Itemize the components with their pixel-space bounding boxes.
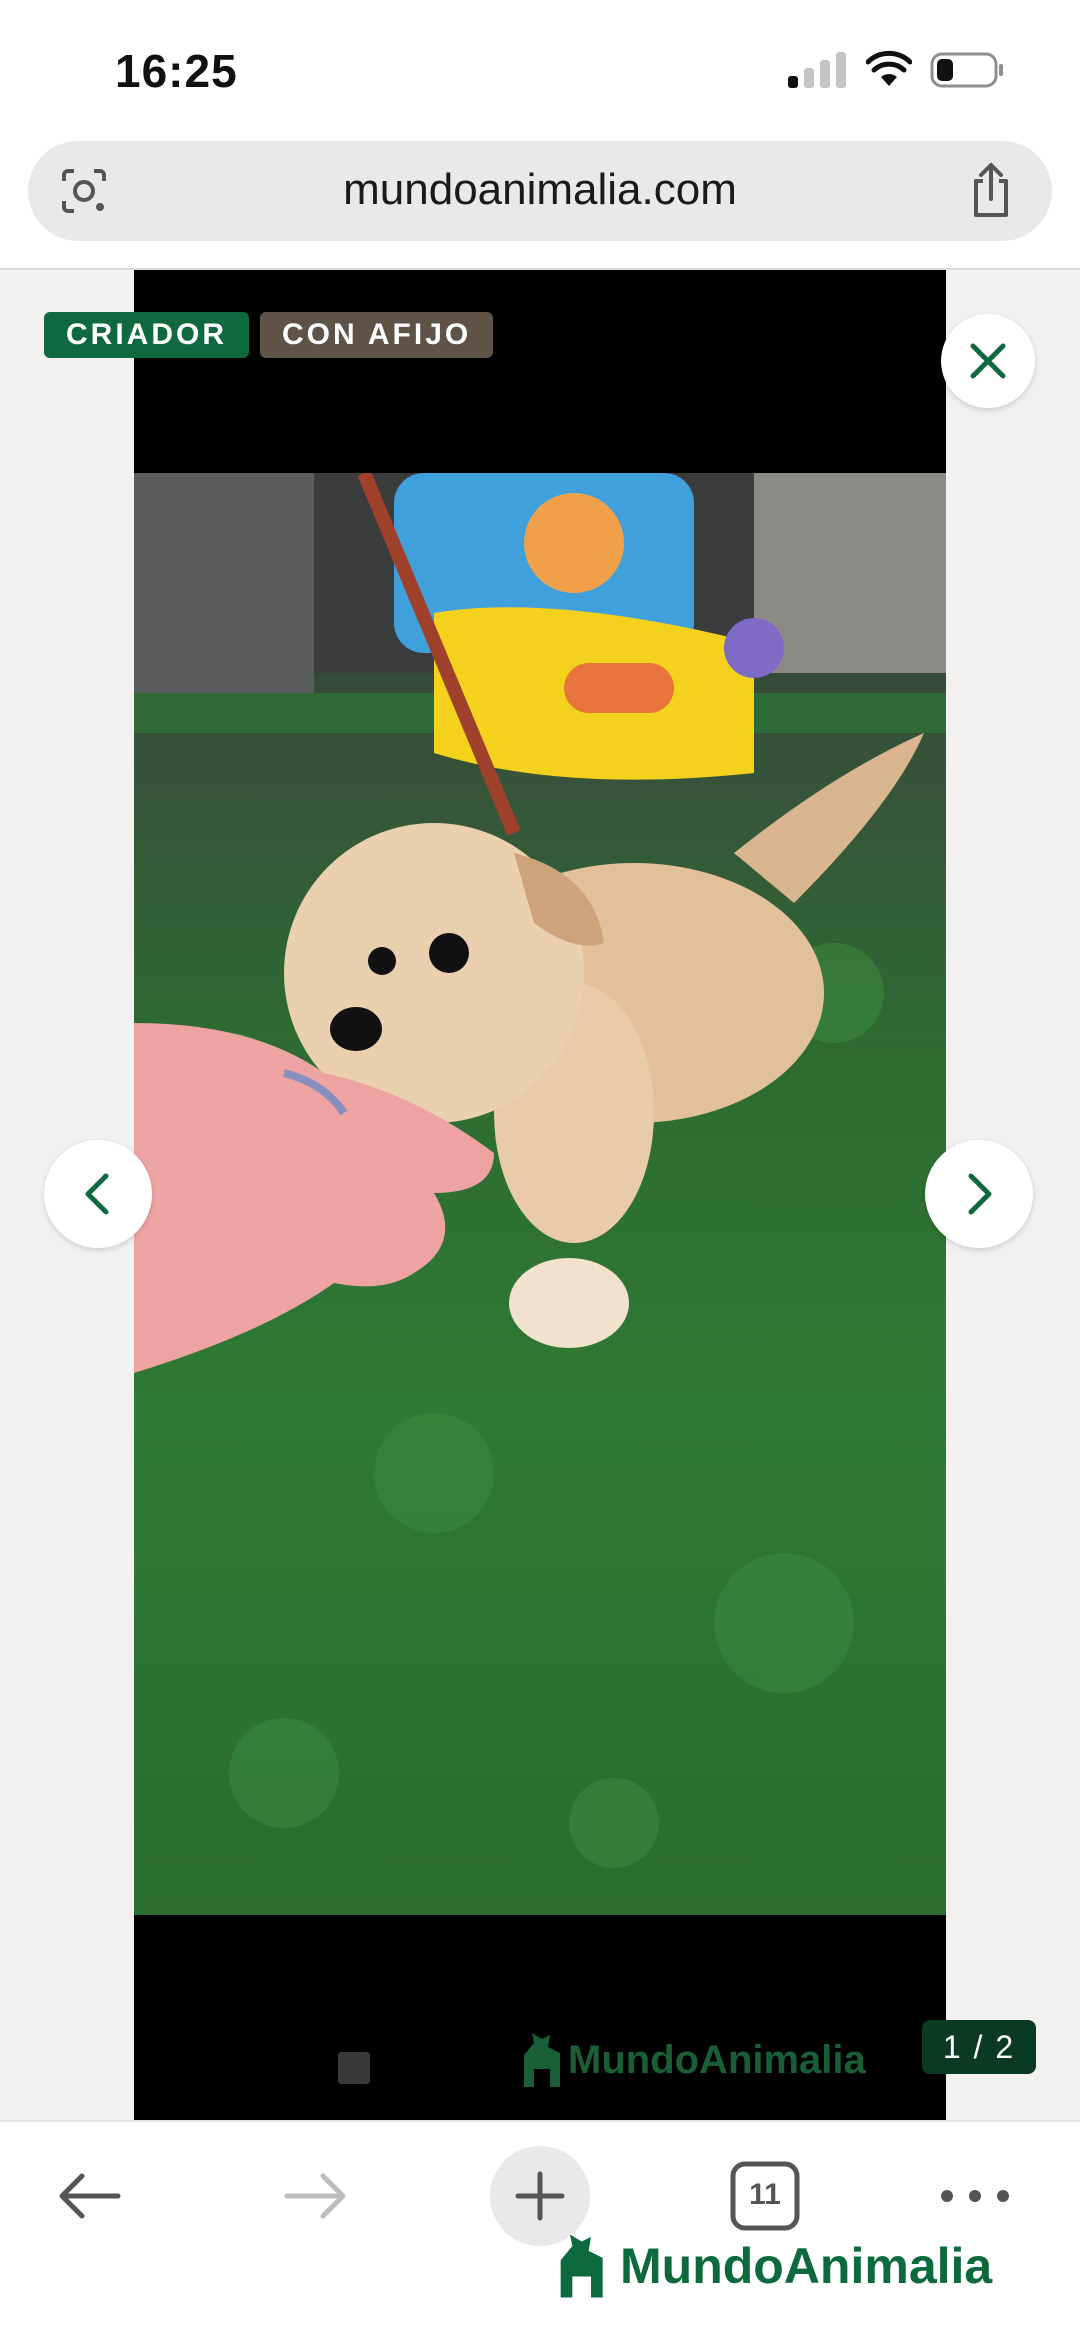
back-button[interactable] (40, 2146, 140, 2246)
photo-gallery: CRIADOR CON AFIJO MundoAnimalia 1 / 2 (0, 270, 1080, 2120)
chevron-left-icon (85, 1173, 109, 1215)
address-bar[interactable]: mundoanimalia.com (28, 141, 1052, 241)
video-stop-icon (338, 2052, 370, 2084)
photo-frame (134, 270, 946, 2120)
url-text[interactable]: mundoanimalia.com (28, 165, 1052, 215)
share-icon[interactable] (966, 161, 1016, 219)
mundoanimalia-logo-icon (524, 2033, 560, 2087)
footer-logo-text: MundoAnimalia (620, 2238, 993, 2294)
affix-badge: CON AFIJO (260, 312, 494, 358)
forward-button[interactable] (265, 2146, 365, 2246)
previous-photo-button[interactable] (44, 1140, 152, 1248)
breeder-badge: CRIADOR (44, 312, 249, 358)
battery-icon (930, 52, 1003, 88)
watermark-text: MundoAnimalia (568, 2037, 866, 2082)
status-bar: 16:25 (0, 0, 1080, 140)
forward-arrow-icon (284, 2173, 346, 2219)
chevron-right-icon (968, 1173, 992, 1215)
status-time: 16:25 (115, 45, 238, 97)
puppy-photo[interactable] (134, 473, 946, 1915)
cellular-signal-icon (788, 52, 848, 88)
footer-logo: MundoAnimalia (556, 2226, 992, 2306)
tabs-count: 11 (749, 2178, 781, 2211)
photo-counter: 1 / 2 (922, 2020, 1036, 2074)
back-arrow-icon (59, 2173, 121, 2219)
wifi-icon (866, 50, 912, 86)
close-icon (970, 343, 1006, 379)
close-button[interactable] (941, 314, 1035, 408)
next-photo-button[interactable] (925, 1140, 1033, 1248)
mundoanimalia-logo-icon (560, 2234, 603, 2298)
photo-watermark: MundoAnimalia (520, 2030, 866, 2090)
